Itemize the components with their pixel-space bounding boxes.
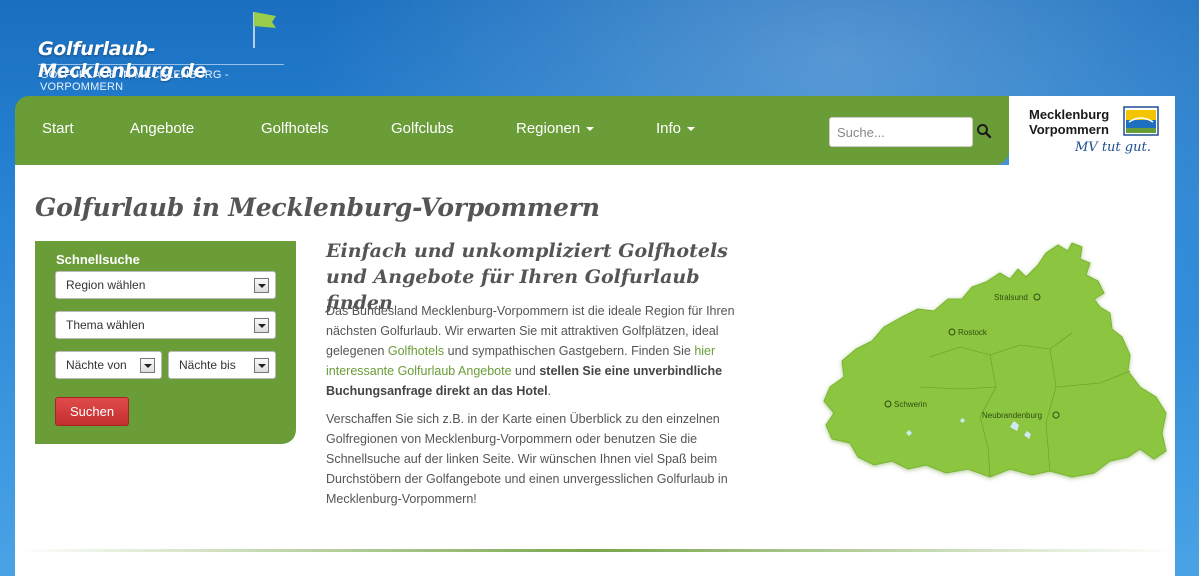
logo-divider — [38, 64, 284, 65]
nav-item-label: Start — [42, 120, 74, 137]
dropdown-arrow-icon — [254, 278, 269, 293]
paragraph-text: und — [511, 364, 540, 378]
main-navigation: Start Angebote Golfhotels Golfclubs Regi… — [15, 96, 1009, 165]
caret-down-icon — [586, 127, 595, 132]
nav-item-golfhotels[interactable]: Golfhotels — [261, 120, 329, 137]
search-icon[interactable] — [975, 122, 993, 140]
map-label-stralsund: Stralsund — [994, 293, 1028, 302]
paragraph-text: . — [547, 384, 552, 398]
nav-item-golfclubs[interactable]: Golfclubs — [391, 120, 454, 137]
theme-select[interactable]: Thema wählen — [55, 311, 276, 339]
mv-logo-line1: Mecklenburg — [1029, 107, 1110, 122]
main-content: Golfurlaub in Mecklenburg-Vorpommern Sch… — [15, 165, 1175, 576]
nights-from-value: Nächte von — [66, 358, 127, 372]
dropdown-arrow-icon — [140, 358, 155, 373]
dropdown-arrow-icon — [254, 318, 269, 333]
mv-logo-line2: Vorpommern — [1029, 122, 1109, 137]
nights-to-select[interactable]: Nächte bis — [168, 351, 276, 379]
nav-item-label: Info — [656, 120, 682, 137]
paragraph-text: und sympathischen Gastgebern. Finden Sie — [444, 344, 695, 358]
nav-item-label: Golfhotels — [261, 120, 329, 137]
search-submit-button[interactable]: Suchen — [55, 397, 129, 426]
nav-item-label: Angebote — [130, 120, 195, 137]
content-divider — [15, 549, 1175, 552]
nav-item-regionen[interactable]: Regionen — [516, 120, 595, 137]
page-title: Golfurlaub in Mecklenburg-Vorpommern — [35, 193, 600, 222]
map-paragraph: Verschaffen Sie sich z.B. in der Karte e… — [326, 412, 728, 506]
caret-down-icon — [687, 127, 696, 132]
nights-to-value: Nächte bis — [179, 358, 236, 372]
nav-item-info[interactable]: Info — [656, 120, 696, 137]
search-input[interactable] — [829, 117, 973, 147]
mv-slogan: MV tut gut. — [1075, 140, 1151, 155]
nav-item-label: Regionen — [516, 120, 581, 137]
logo-subtitle: GOLFURLAUB IN MECKLENBURG - VORPOMMERN — [40, 69, 229, 93]
quick-search-panel: Schnellsuche Region wählen Thema wählen … — [35, 241, 296, 444]
theme-select-value: Thema wählen — [66, 318, 145, 332]
region-select-value: Region wählen — [66, 278, 146, 292]
map-label-rostock: Rostock — [958, 328, 988, 337]
mv-emblem-icon — [1123, 106, 1159, 136]
dropdown-arrow-icon — [254, 358, 269, 373]
nights-from-select[interactable]: Nächte von — [55, 351, 162, 379]
map-state-shape — [823, 242, 1167, 478]
site-logo[interactable]: Golfurlaub-Mecklenburg.de GOLFURLAUB IN … — [38, 8, 298, 93]
nav-item-angebote[interactable]: Angebote — [130, 120, 194, 137]
quick-search-title: Schnellsuche — [56, 252, 140, 267]
region-map[interactable]: Stralsund Rostock Schwerin Neubrandenbur… — [810, 237, 1172, 483]
nav-item-start[interactable]: Start — [42, 120, 74, 137]
nav-item-label: Golfclubs — [391, 120, 454, 137]
region-select[interactable]: Region wählen — [55, 271, 276, 299]
intro-paragraph: Das Bundesland Mecklenburg-Vorpommern is… — [326, 301, 756, 401]
map-label-schwerin: Schwerin — [894, 400, 927, 409]
golfhotels-link[interactable]: Golfhotels — [388, 344, 444, 358]
mv-partner-logo[interactable]: Mecklenburg Vorpommern MV tut gut. — [1009, 96, 1175, 165]
map-label-neubrandenburg: Neubrandenburg — [982, 411, 1042, 420]
